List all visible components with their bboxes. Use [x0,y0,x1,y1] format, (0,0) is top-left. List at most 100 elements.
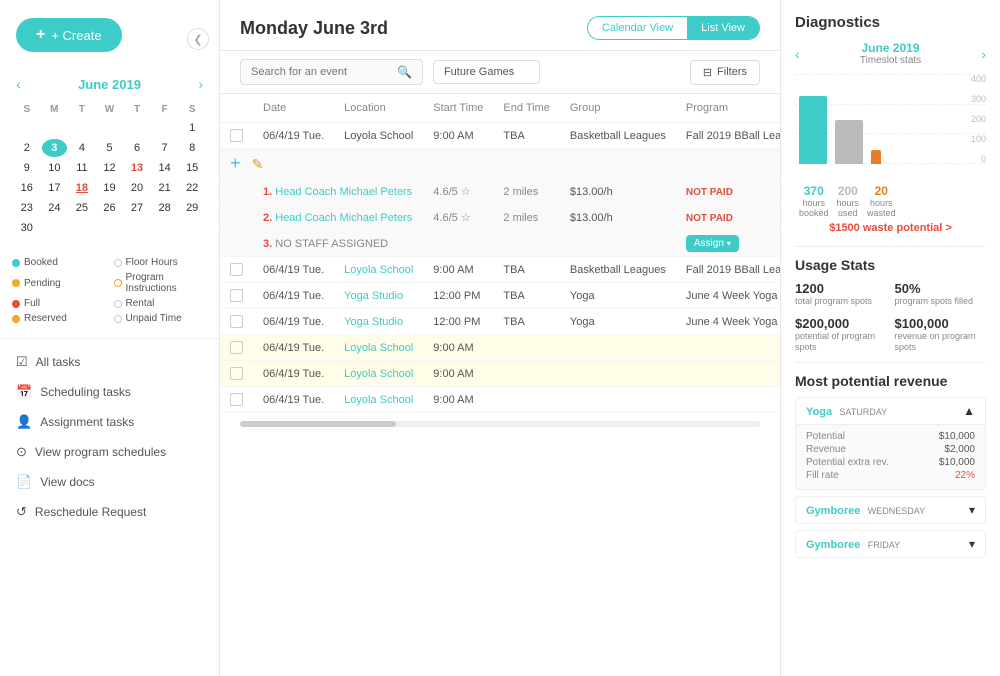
cal-day[interactable]: 19 [97,179,123,197]
nav-icon: 📄 [16,474,32,490]
revenue-item-header[interactable]: Yoga SATURDAY ▲ [796,398,985,424]
table-row[interactable]: 06/4/19 Tue. Loyola School 9:00 AM TBA B… [220,123,780,149]
cal-day[interactable]: 14 [152,159,178,177]
cal-day[interactable]: 5 [97,139,123,157]
legend-dot [12,259,20,267]
legend-dot [12,279,20,287]
table-row[interactable]: 06/4/19 Tue. Loyola School 9:00 AM [220,335,780,361]
view-toggle-group: Calendar View List View [587,16,760,40]
cal-prev-button[interactable]: ‹ [12,76,25,92]
cal-day[interactable]: 2 [14,139,40,157]
sidebar-nav-item[interactable]: 📅Scheduling tasks [0,377,219,407]
cell-location: Loyola School [334,387,423,413]
cal-day[interactable]: 1 [179,119,205,137]
col-group: Group [560,94,676,123]
cal-day[interactable] [97,119,123,137]
table-row[interactable]: 06/4/19 Tue. Loyola School 9:00 AM [220,361,780,387]
cal-day[interactable] [69,119,95,137]
add-button[interactable]: + [230,153,241,173]
cal-day[interactable] [97,219,123,237]
cal-day[interactable]: 9 [14,159,40,177]
cal-day[interactable] [152,219,178,237]
sidebar-nav-item[interactable]: 👤Assignment tasks [0,407,219,437]
cal-day[interactable] [42,119,68,137]
sidebar-collapse-button[interactable]: ❮ [187,28,209,50]
main-content: Monday June 3rd Calendar View List View … [220,0,780,676]
cal-day[interactable]: 18 [69,179,95,197]
filters-button[interactable]: ⊟ Filters [690,60,760,85]
table-header-row: Date Location Start Time End Time Group … [220,94,780,123]
cal-day[interactable] [124,219,150,237]
revenue-item-header[interactable]: Gymboree WEDNESDAY ▾ [796,497,985,523]
cal-day[interactable] [69,219,95,237]
scrollbar-thumb[interactable] [240,421,396,427]
cal-day[interactable]: 6 [124,139,150,157]
cal-day[interactable]: 17 [42,179,68,197]
diag-next-button[interactable]: › [981,46,986,62]
sidebar-nav-item[interactable]: ☑All tasks [0,347,219,377]
cal-day[interactable] [152,119,178,137]
list-view-button[interactable]: List View [687,17,759,39]
cal-day[interactable] [124,119,150,137]
legend-label: Booked [24,257,58,268]
cal-day[interactable]: 21 [152,179,178,197]
cal-day[interactable]: 15 [179,159,205,177]
cal-day[interactable]: 8 [179,139,205,157]
search-box: 🔍 [240,59,423,85]
cal-day[interactable]: 10 [42,159,68,177]
search-input[interactable] [251,66,391,78]
sidebar-nav-item[interactable]: 📄View docs [0,467,219,497]
col-end: End Time [493,94,559,123]
diag-prev-button[interactable]: ‹ [795,46,800,62]
cal-day[interactable]: 12 [97,159,123,177]
cell-date: 06/4/19 Tue. [253,283,334,309]
game-filter-select[interactable]: Future Games [433,60,540,84]
row-checkbox[interactable] [230,367,243,380]
chart-container: 400 300 200 100 0 [795,74,986,184]
cal-day[interactable]: 27 [124,199,150,217]
cal-day[interactable]: 13 [124,159,150,177]
cal-day[interactable]: 22 [179,179,205,197]
cal-day[interactable]: 24 [42,199,68,217]
staff-rate: $13.00/h [560,179,676,205]
waste-link[interactable]: $1500 waste potential > [795,222,986,234]
edit-icon[interactable]: ✎ [252,156,264,172]
assign-button[interactable]: Assign ▾ [686,235,739,252]
cal-day[interactable] [179,219,205,237]
revenue-row-label: Potential [806,431,845,442]
cal-next-button[interactable]: › [194,76,207,92]
cal-day[interactable]: 3 [42,139,68,157]
cal-day[interactable]: 20 [124,179,150,197]
cal-day[interactable]: 23 [14,199,40,217]
cal-day[interactable] [14,119,40,137]
row-checkbox[interactable] [230,315,243,328]
row-checkbox[interactable] [230,129,243,142]
cell-location: Loyola School [334,257,423,283]
row-checkbox[interactable] [230,341,243,354]
cal-day[interactable]: 4 [69,139,95,157]
cal-day[interactable] [42,219,68,237]
legend-label: Rental [126,298,155,309]
cal-day[interactable]: 7 [152,139,178,157]
cal-day[interactable]: 30 [14,219,40,237]
row-checkbox[interactable] [230,393,243,406]
row-checkbox[interactable] [230,263,243,276]
sidebar-nav-item[interactable]: ⊙View program schedules [0,437,219,467]
cal-day[interactable]: 26 [97,199,123,217]
row-checkbox[interactable] [230,289,243,302]
create-button[interactable]: + + Create [16,18,122,52]
table-row[interactable]: 06/4/19 Tue. Yoga Studio 12:00 PM TBA Yo… [220,283,780,309]
cal-day[interactable]: 11 [69,159,95,177]
sidebar-nav-item[interactable]: ↺Reschedule Request [0,497,219,527]
calendar-view-button[interactable]: Calendar View [588,17,687,39]
cal-day[interactable]: 29 [179,199,205,217]
table-row[interactable]: 06/4/19 Tue. Loyola School 9:00 AM TBA B… [220,257,780,283]
revenue-item-header[interactable]: Gymboree FRIDAY ▾ [796,531,985,557]
cal-day[interactable]: 25 [69,199,95,217]
diag-header: ‹ June 2019 Timeslot stats › [795,41,986,66]
table-row[interactable]: 06/4/19 Tue. Loyola School 9:00 AM [220,387,780,413]
cal-day[interactable]: 28 [152,199,178,217]
cal-day[interactable]: 16 [14,179,40,197]
table-row[interactable]: 06/4/19 Tue. Yoga Studio 12:00 PM TBA Yo… [220,309,780,335]
usage-value: 1200 [795,281,887,296]
